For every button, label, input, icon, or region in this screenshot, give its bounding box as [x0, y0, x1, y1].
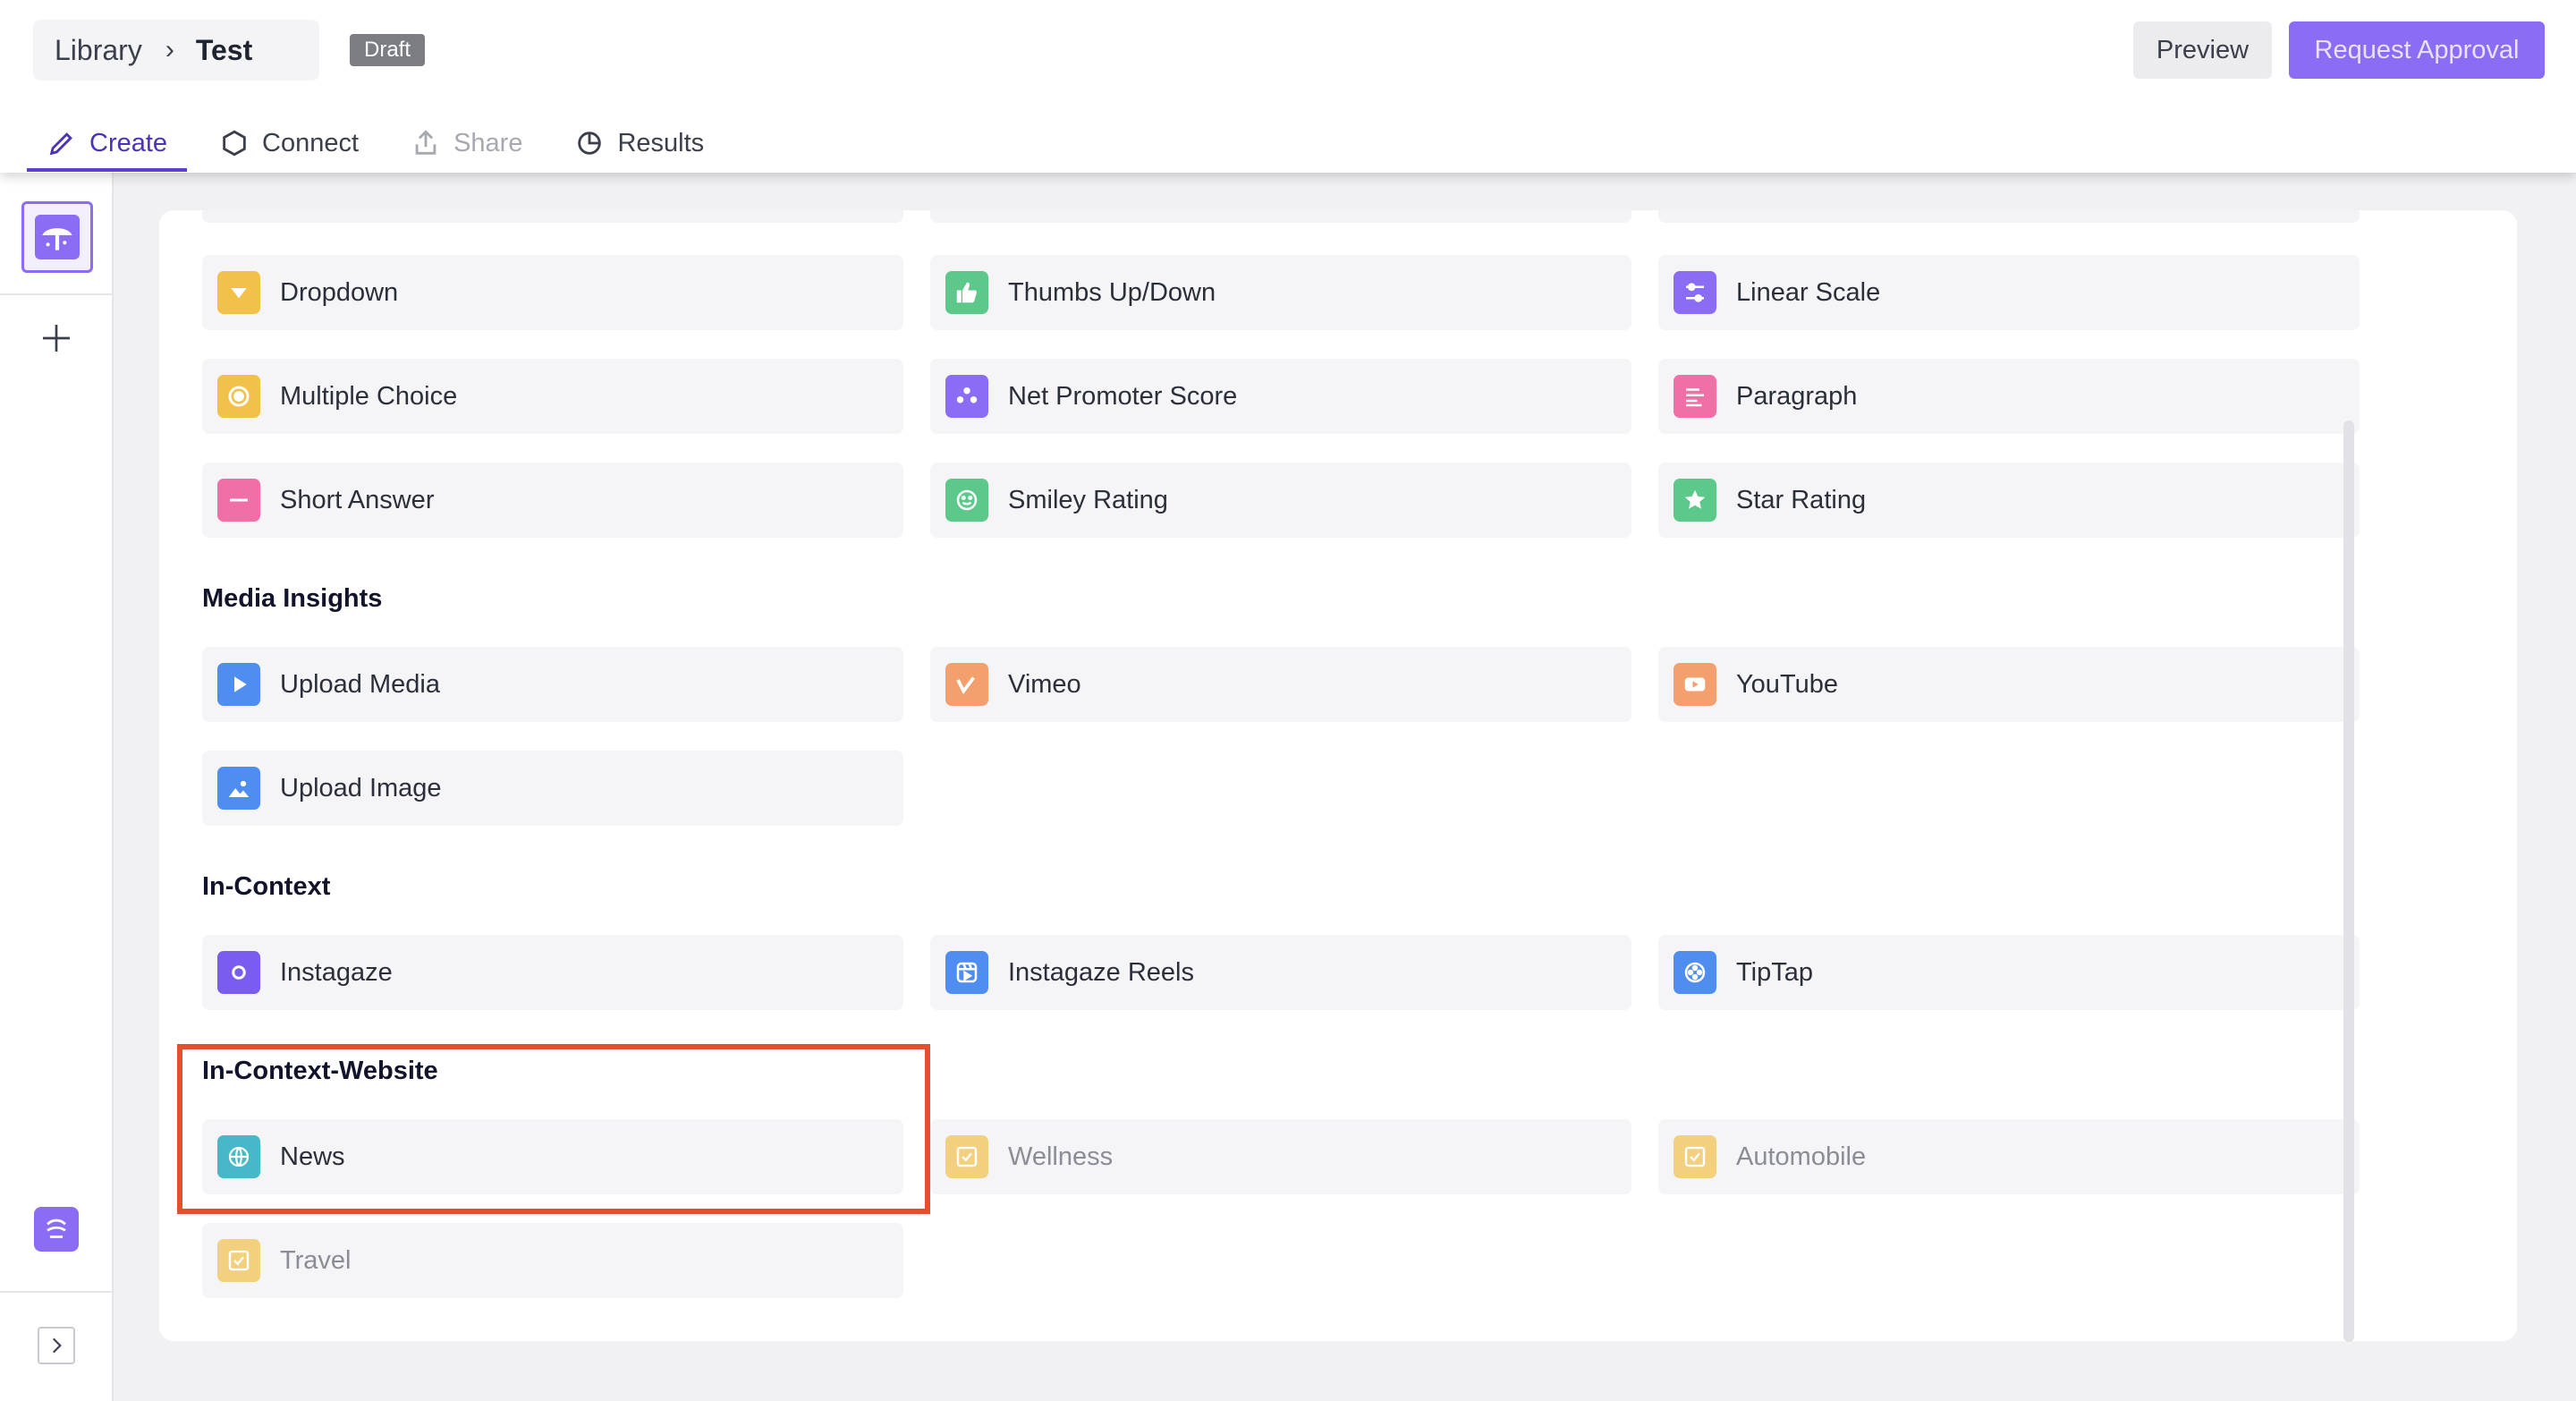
card-label: TipTap: [1736, 957, 1813, 987]
instagram-icon: [217, 951, 260, 994]
request-approval-button[interactable]: Request Approval: [2289, 21, 2545, 79]
card-label: Travel: [280, 1245, 352, 1275]
card-partial: [202, 210, 903, 223]
breadcrumb-library-link[interactable]: Library: [55, 34, 142, 67]
card-label: Instagaze Reels: [1008, 957, 1194, 987]
rail-divider: [0, 293, 114, 295]
card-label: Net Promoter Score: [1008, 381, 1238, 411]
question-type-linear-scale[interactable]: Linear Scale: [1658, 255, 2360, 330]
pie-chart-icon: [578, 132, 602, 155]
highlight-box: [177, 1044, 930, 1214]
breadcrumb: Library › Test: [33, 20, 319, 81]
hexagon-icon: [223, 130, 246, 157]
image-icon: [217, 767, 260, 810]
preview-button[interactable]: Preview: [2133, 21, 2272, 79]
tab-connect-label: Connect: [262, 128, 360, 157]
play-icon: [217, 663, 260, 706]
star-icon: [1674, 479, 1716, 522]
in-context-instagaze[interactable]: Instagaze: [202, 935, 903, 1010]
card-label: Multiple Choice: [280, 381, 458, 411]
question-type-nps[interactable]: Net Promoter Score: [930, 359, 1631, 434]
reels-icon: [945, 951, 988, 994]
card-label: Instagaze: [280, 957, 393, 987]
media-upload-image[interactable]: Upload Image: [202, 751, 903, 826]
card-label: Thumbs Up/Down: [1008, 277, 1216, 307]
website-automobile[interactable]: Automobile: [1658, 1119, 2360, 1194]
card-label: YouTube: [1736, 669, 1838, 699]
smiley-icon: [945, 479, 988, 522]
youtube-icon: [1674, 663, 1716, 706]
tab-create[interactable]: Create: [27, 115, 188, 172]
tab-results-label: Results: [617, 128, 705, 157]
dropdown-icon: [217, 271, 260, 314]
card-label: Paragraph: [1736, 381, 1858, 411]
tab-create-label: Create: [89, 128, 168, 157]
media-vimeo[interactable]: Vimeo: [930, 647, 1631, 722]
expand-rail-button[interactable]: [38, 1327, 75, 1364]
scrollbar[interactable]: [2343, 420, 2354, 1342]
rail-divider-bottom: [0, 1291, 114, 1293]
question-type-smiley[interactable]: Smiley Rating: [930, 463, 1631, 538]
card-label: Vimeo: [1008, 669, 1081, 699]
chevron-right-icon: ›: [165, 35, 174, 64]
website-wellness[interactable]: Wellness: [930, 1119, 1631, 1194]
page-thumbnail-image: [35, 215, 80, 259]
brand-logo-icon[interactable]: [34, 1207, 79, 1252]
left-rail: [0, 173, 114, 1401]
media-upload-media[interactable]: Upload Media: [202, 647, 903, 722]
question-type-dropdown[interactable]: Dropdown: [202, 255, 903, 330]
tiptap-icon: [1674, 951, 1716, 994]
card-partial: [930, 210, 1631, 223]
radio-icon: [217, 375, 260, 418]
question-type-paragraph[interactable]: Paragraph: [1658, 359, 2360, 434]
card-label: Smiley Rating: [1008, 485, 1168, 514]
status-badge: Draft: [350, 34, 426, 66]
card-label: Upload Image: [280, 773, 442, 802]
card-label: Linear Scale: [1736, 277, 1881, 307]
top-header: Library › Test Draft Preview Request App…: [0, 0, 2576, 173]
chevron-right-icon: [52, 1337, 62, 1354]
card-partial: [1658, 210, 2360, 223]
short-answer-icon: [217, 479, 260, 522]
section-title-in-context: In-Context: [202, 872, 331, 901]
question-type-multiple-choice[interactable]: Multiple Choice: [202, 359, 903, 434]
tab-connect[interactable]: Connect: [199, 115, 378, 172]
paragraph-icon: [1674, 375, 1716, 418]
card-label: Automobile: [1736, 1142, 1867, 1171]
checkbox-icon: [217, 1239, 260, 1282]
website-travel[interactable]: Travel: [202, 1223, 903, 1298]
breadcrumb-current: Test: [195, 33, 253, 66]
in-context-instagaze-reels[interactable]: Instagaze Reels: [930, 935, 1631, 1010]
nps-dial-icon: [945, 375, 988, 418]
checkbox-icon: [945, 1135, 988, 1178]
card-label: Short Answer: [280, 485, 435, 514]
in-context-tiptap[interactable]: TipTap: [1658, 935, 2360, 1010]
question-type-thumbs[interactable]: Thumbs Up/Down: [930, 255, 1631, 330]
card-label: Dropdown: [280, 277, 399, 307]
page-thumbnail[interactable]: [21, 201, 93, 273]
vimeo-icon: [945, 663, 988, 706]
thumbs-up-icon: [945, 271, 988, 314]
question-type-panel: Dropdown Thumbs Up/Down Linear Scale Mul…: [159, 210, 2517, 1341]
tab-results[interactable]: Results: [555, 115, 724, 172]
checkbox-icon: [1674, 1135, 1716, 1178]
card-label: Upload Media: [280, 669, 440, 699]
tab-bar: Create Connect Share Results: [27, 115, 736, 172]
tab-share-label: Share: [453, 128, 523, 157]
question-type-star-rating[interactable]: Star Rating: [1658, 463, 2360, 538]
share-upload-icon: [415, 130, 436, 155]
pencil-icon: [49, 132, 72, 156]
tab-share[interactable]: Share: [391, 115, 542, 172]
card-label: Wellness: [1008, 1142, 1114, 1171]
media-youtube[interactable]: YouTube: [1658, 647, 2360, 722]
card-label: Star Rating: [1736, 485, 1867, 514]
add-page-button[interactable]: [34, 316, 79, 361]
sliders-icon: [1674, 271, 1716, 314]
question-type-short-answer[interactable]: Short Answer: [202, 463, 903, 538]
plus-icon: [43, 325, 70, 352]
section-title-media-insights: Media Insights: [202, 584, 383, 613]
